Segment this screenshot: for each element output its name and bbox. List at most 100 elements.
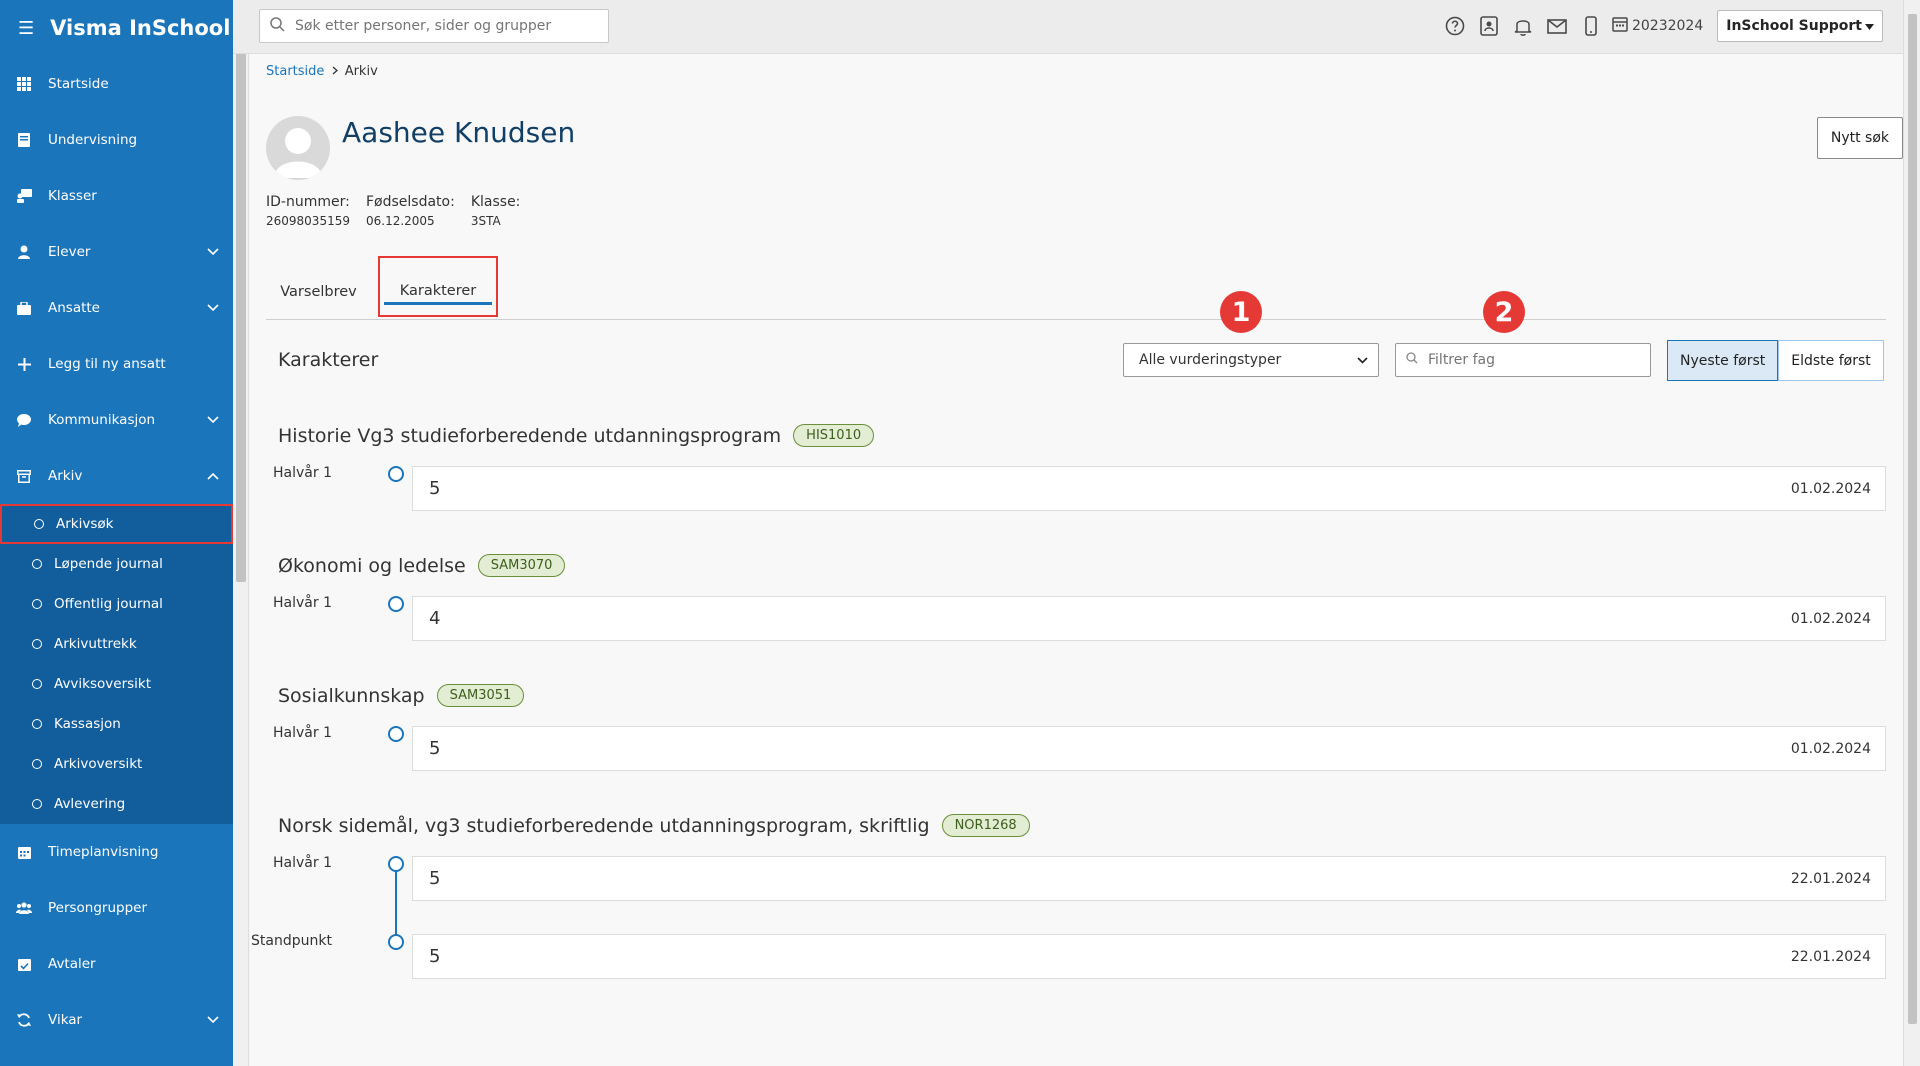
grade-date: 22.01.2024 — [1790, 948, 1871, 965]
chevron-down-icon — [207, 244, 219, 260]
calendar-icon — [16, 844, 32, 860]
main-content: Startside Arkiv Aashee Knudsen Nytt søk … — [250, 54, 1903, 1066]
filter-subject-input[interactable] — [1428, 352, 1638, 368]
assessment-type-select[interactable]: Alle vurderingstyper — [1123, 343, 1379, 377]
topbar: 20232024 InSchool Support — [233, 0, 1903, 54]
mobile-icon[interactable] — [1574, 9, 1608, 43]
sidebar-item-label: Undervisning — [48, 132, 138, 148]
book-icon — [16, 132, 32, 148]
calendar-icon — [1612, 16, 1632, 36]
sort-oldest-button[interactable]: Eldste først — [1778, 340, 1884, 381]
grade-value: 5 — [429, 738, 441, 759]
course-heading: Historie Vg3 studieforberedende utdannin… — [278, 424, 875, 447]
sidebar-subitem-arkivuttrekk[interactable]: Arkivuttrekk — [0, 624, 233, 664]
annotation-marker-2: 2 — [1483, 291, 1525, 333]
brand[interactable]: ☰ Visma InSchool — [0, 0, 233, 56]
select-value: Alle vurderingstyper — [1139, 352, 1282, 368]
circle-icon — [32, 719, 42, 729]
meta-value: 06.12.2005 — [365, 214, 435, 228]
sidebar-subitem-label: Offentlig journal — [54, 596, 163, 612]
sidebar-item-startside[interactable]: Startside — [0, 56, 233, 112]
scrollbar-thumb[interactable] — [236, 12, 246, 582]
user-menu-button[interactable]: InSchool Support — [1717, 10, 1883, 42]
tab-karakterer[interactable]: Karakterer — [378, 256, 498, 317]
sidebar-subitem-arkivoversikt[interactable]: Arkivoversikt — [0, 744, 233, 784]
sidebar-subitem-avlevering[interactable]: Avlevering — [0, 784, 233, 824]
sidebar-scrollbar[interactable] — [233, 0, 249, 1066]
grade-value: 5 — [429, 946, 441, 967]
contact-card-icon[interactable] — [1472, 9, 1506, 43]
new-search-button[interactable]: Nytt søk — [1816, 117, 1903, 159]
sidebar-item-label: Legg til ny ansatt — [48, 356, 166, 372]
grade-date: 01.02.2024 — [1790, 480, 1871, 497]
filter-subject[interactable] — [1395, 343, 1651, 377]
sidebar-item-label: Vikar — [48, 1012, 83, 1028]
archive-icon — [16, 468, 32, 484]
arkiv-submenu: Arkivsøk Løpende journal Offentlig journ… — [0, 504, 233, 824]
bell-icon[interactable] — [1506, 9, 1540, 43]
sidebar-item-avtaler[interactable]: Avtaler — [0, 936, 233, 992]
sidebar-subitem-offentlig-journal[interactable]: Offentlig journal — [0, 584, 233, 624]
sidebar-item-kommunikasjon[interactable]: Kommunikasjon — [0, 392, 233, 448]
search-icon — [270, 16, 285, 36]
timeline-dot — [388, 934, 404, 950]
chevron-right-icon — [332, 64, 338, 79]
active-tab-indicator — [384, 302, 492, 305]
sidebar-subitem-lopende-journal[interactable]: Løpende journal — [0, 544, 233, 584]
sort-toggle: Nyeste først Eldste først — [1667, 340, 1884, 381]
sidebar-item-persongrupper[interactable]: Persongrupper — [0, 880, 233, 936]
caret-down-icon — [1865, 18, 1874, 34]
sort-newest-button[interactable]: Nyeste først — [1667, 340, 1779, 381]
sidebar-subitem-label: Arkivsøk — [56, 516, 114, 532]
scrollbar-thumb[interactable] — [1908, 14, 1917, 1024]
plus-icon — [16, 356, 32, 372]
global-search[interactable] — [259, 9, 609, 43]
course-heading: Økonomi og ledelse SAM3070 — [278, 554, 566, 577]
term-selector[interactable]: 20232024 — [1612, 16, 1703, 36]
tab-varselbrev[interactable]: Varselbrev — [266, 264, 371, 320]
sidebar-item-label: Persongrupper — [48, 900, 148, 916]
sidebar-subitem-arkivsok[interactable]: Arkivsøk — [0, 504, 233, 544]
help-icon[interactable] — [1438, 9, 1472, 43]
sidebar-item-label: Klasser — [48, 188, 97, 204]
tab-label: Karakterer — [399, 282, 477, 299]
course-heading: Norsk sidemål, vg3 studieforberedende ut… — [278, 814, 1030, 837]
sidebar-item-timeplanvisning[interactable]: Timeplanvisning — [0, 824, 233, 880]
sidebar-item-legg-til-ansatt[interactable]: Legg til ny ansatt — [0, 336, 233, 392]
circle-icon — [32, 679, 42, 689]
student-name: Aashee Knudsen — [342, 116, 576, 149]
grade-date: 22.01.2024 — [1790, 870, 1871, 887]
sidebar-subitem-label: Arkivoversikt — [54, 756, 143, 772]
timeline-dot — [388, 856, 404, 872]
circle-icon — [34, 519, 44, 529]
grade-card: 5 22.01.2024 — [412, 934, 1886, 979]
breadcrumb-current: Arkiv — [344, 64, 378, 79]
meta-id: ID-nummer: 26098035159 — [266, 194, 350, 228]
tab-bar: Varselbrev Karakterer — [266, 256, 1886, 320]
sidebar-subitem-kassasjon[interactable]: Kassasjon — [0, 704, 233, 744]
circle-icon — [32, 599, 42, 609]
global-search-input[interactable] — [295, 18, 595, 34]
circle-icon — [32, 799, 42, 809]
menu-icon[interactable]: ☰ — [18, 18, 34, 39]
term-label: 20232024 — [1631, 18, 1704, 34]
chevron-down-icon — [207, 1012, 219, 1028]
sidebar-subitem-label: Løpende journal — [54, 556, 163, 572]
mail-icon[interactable] — [1540, 9, 1574, 43]
circle-icon — [32, 759, 42, 769]
circle-icon — [32, 559, 42, 569]
student-meta: ID-nummer: 26098035159 Fødselsdato: 06.1… — [266, 194, 536, 228]
page-scrollbar[interactable] — [1903, 0, 1920, 1066]
sidebar-item-vikar[interactable]: Vikar — [0, 992, 233, 1048]
grade-value: 5 — [429, 478, 441, 499]
circle-icon — [32, 639, 42, 649]
sidebar-item-klasser[interactable]: Klasser — [0, 168, 233, 224]
sidebar-subitem-avviksoversikt[interactable]: Avviksoversikt — [0, 664, 233, 704]
sidebar-item-undervisning[interactable]: Undervisning — [0, 112, 233, 168]
breadcrumb-home[interactable]: Startside — [266, 64, 324, 79]
sidebar-item-arkiv[interactable]: Arkiv — [0, 448, 233, 504]
user-name: InSchool Support — [1726, 18, 1862, 34]
timeline-dot — [388, 596, 404, 612]
sidebar-item-ansatte[interactable]: Ansatte — [0, 280, 233, 336]
sidebar-item-elever[interactable]: Elever — [0, 224, 233, 280]
